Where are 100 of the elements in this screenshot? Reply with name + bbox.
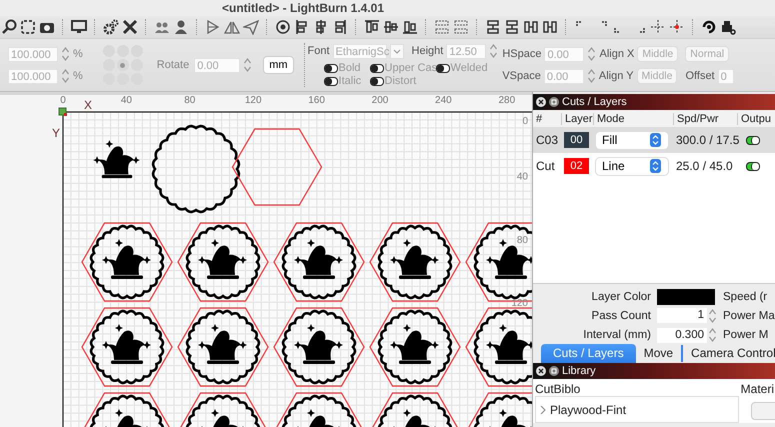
ruler-label: 120 xyxy=(511,298,528,310)
field-label: Align Y xyxy=(598,70,634,82)
ruler-label: 0 xyxy=(60,95,66,106)
jester-hat-drawing xyxy=(102,239,151,279)
spacing-icon[interactable] xyxy=(504,19,520,35)
field-label: Offset xyxy=(685,70,715,82)
stepper-icon[interactable] xyxy=(650,133,661,147)
field-label: Height xyxy=(412,45,444,57)
toggle-label: Welded xyxy=(450,62,488,74)
field-label: VSpace xyxy=(502,70,541,82)
material-label: Materi xyxy=(740,382,774,396)
layer-color-swatch[interactable] xyxy=(657,288,715,305)
ruler-label: 80 xyxy=(516,234,528,246)
window-title: <untitled> - LightBurn 1.4.01 xyxy=(222,1,384,15)
jester-hat-drawing xyxy=(390,324,439,364)
list-label: CutBiblo xyxy=(535,382,580,396)
origin-marker xyxy=(58,108,67,116)
align-bottom-icon[interactable] xyxy=(402,19,418,35)
field-label: HSpace xyxy=(502,48,542,60)
distribute-icon[interactable] xyxy=(453,19,469,35)
field-label: Font xyxy=(308,45,330,57)
library-item[interactable]: Playwood-Fint xyxy=(550,402,626,416)
crosshair-icon[interactable] xyxy=(669,19,685,35)
speed-power-text: 25.0 / 45.0 xyxy=(676,159,734,173)
column-header: # xyxy=(535,112,544,124)
gears-icon[interactable] xyxy=(103,19,119,35)
mode-dropdown[interactable]: Fill xyxy=(596,132,668,148)
x-axis-label: X xyxy=(84,98,92,112)
setting-label: Layer Color xyxy=(590,290,652,303)
crosshair-icon[interactable] xyxy=(650,19,666,35)
setting-label: Pass Count xyxy=(590,310,652,322)
ruler-label: 280 xyxy=(498,95,516,106)
unit-label: % xyxy=(73,48,83,60)
jester-hat-drawing xyxy=(198,239,247,279)
setting-label: Interval (mm) xyxy=(582,329,652,342)
output-toggle[interactable] xyxy=(746,136,760,144)
ruler-label: 40 xyxy=(120,95,132,106)
float-window-icon[interactable] xyxy=(549,97,559,107)
layer-name: Cut xyxy=(536,159,556,173)
align-left-icon[interactable] xyxy=(294,19,310,35)
layer-swatch[interactable]: 02 xyxy=(564,158,589,174)
jester-hat-drawing xyxy=(294,324,343,364)
user-icon[interactable] xyxy=(173,19,189,35)
ruler-label: 120 xyxy=(244,95,262,106)
zoom-icon[interactable] xyxy=(1,19,17,35)
panel-title: Cuts / Layers xyxy=(562,96,627,108)
ruler-label: 200 xyxy=(372,95,388,106)
setting-label: Power M xyxy=(722,329,770,342)
number-field[interactable]: 1 xyxy=(657,308,707,324)
ruler-label: 0 xyxy=(522,116,528,127)
spacing-icon[interactable] xyxy=(485,19,501,35)
rotate-icon[interactable] xyxy=(701,19,717,35)
distribute-icon[interactable] xyxy=(434,19,450,35)
ruler-label: 160 xyxy=(308,95,325,106)
toggle-label: Italic xyxy=(338,75,362,87)
stepper-icon[interactable] xyxy=(650,159,661,173)
selection-icon[interactable] xyxy=(20,19,36,35)
mode-dropdown[interactable]: Line xyxy=(596,158,668,174)
size-icon[interactable] xyxy=(523,19,539,35)
close-icon[interactable] xyxy=(536,366,546,376)
jester-hat-drawing xyxy=(93,140,140,178)
panel-title: Library xyxy=(562,365,596,377)
size-icon[interactable] xyxy=(542,19,558,35)
layer-swatch[interactable]: 00 xyxy=(564,132,589,148)
layer-name: C03 xyxy=(536,133,560,147)
tools-icon[interactable] xyxy=(122,19,138,35)
column-header: Spd/Pwr xyxy=(673,112,737,124)
jester-hat-drawing xyxy=(102,324,151,364)
toggle-label: Bold xyxy=(338,62,361,74)
ruler-label: 40 xyxy=(516,171,528,182)
jester-hat-drawing xyxy=(486,324,532,364)
flip-icon[interactable] xyxy=(205,19,221,35)
float-window-icon[interactable] xyxy=(549,366,559,376)
jester-hat-drawing xyxy=(198,324,247,364)
expand-chevron-icon[interactable] xyxy=(540,406,546,414)
jester-hat-drawing xyxy=(390,239,439,279)
ruler-label: 80 xyxy=(184,95,196,106)
panel-tab[interactable]: Cuts / Layers xyxy=(541,344,636,363)
number-field[interactable]: 0.300 xyxy=(657,328,707,343)
laser-icon[interactable] xyxy=(720,19,736,35)
toggle-label: Distort xyxy=(384,75,416,87)
column-header: Outpu xyxy=(737,112,775,124)
toggle-label: Upper Cas xyxy=(384,62,438,74)
mirror-icon[interactable] xyxy=(224,19,240,35)
align-top-icon[interactable] xyxy=(364,19,380,35)
column-header: Layer xyxy=(561,112,593,124)
paper-plane-icon[interactable] xyxy=(243,19,259,35)
setting-label: Speed (r xyxy=(722,290,768,303)
speed-power-text: 300.0 / 17.5 xyxy=(676,133,740,147)
target-icon[interactable] xyxy=(275,19,291,35)
layer-row[interactable]: Cut 02 Line 25.0 / 45.0 xyxy=(533,153,775,179)
monitor-icon[interactable] xyxy=(71,19,87,35)
output-toggle[interactable] xyxy=(746,162,760,170)
jester-hat-drawing xyxy=(294,239,343,279)
setting-label: Power Ma xyxy=(722,310,775,322)
align-middle-icon[interactable] xyxy=(383,19,399,35)
unit-label: % xyxy=(73,70,83,82)
layer-row[interactable]: C03 00 Fill 300.0 / 17.5 xyxy=(533,127,775,153)
close-icon[interactable] xyxy=(536,97,546,107)
y-axis-label: Y xyxy=(52,126,60,140)
